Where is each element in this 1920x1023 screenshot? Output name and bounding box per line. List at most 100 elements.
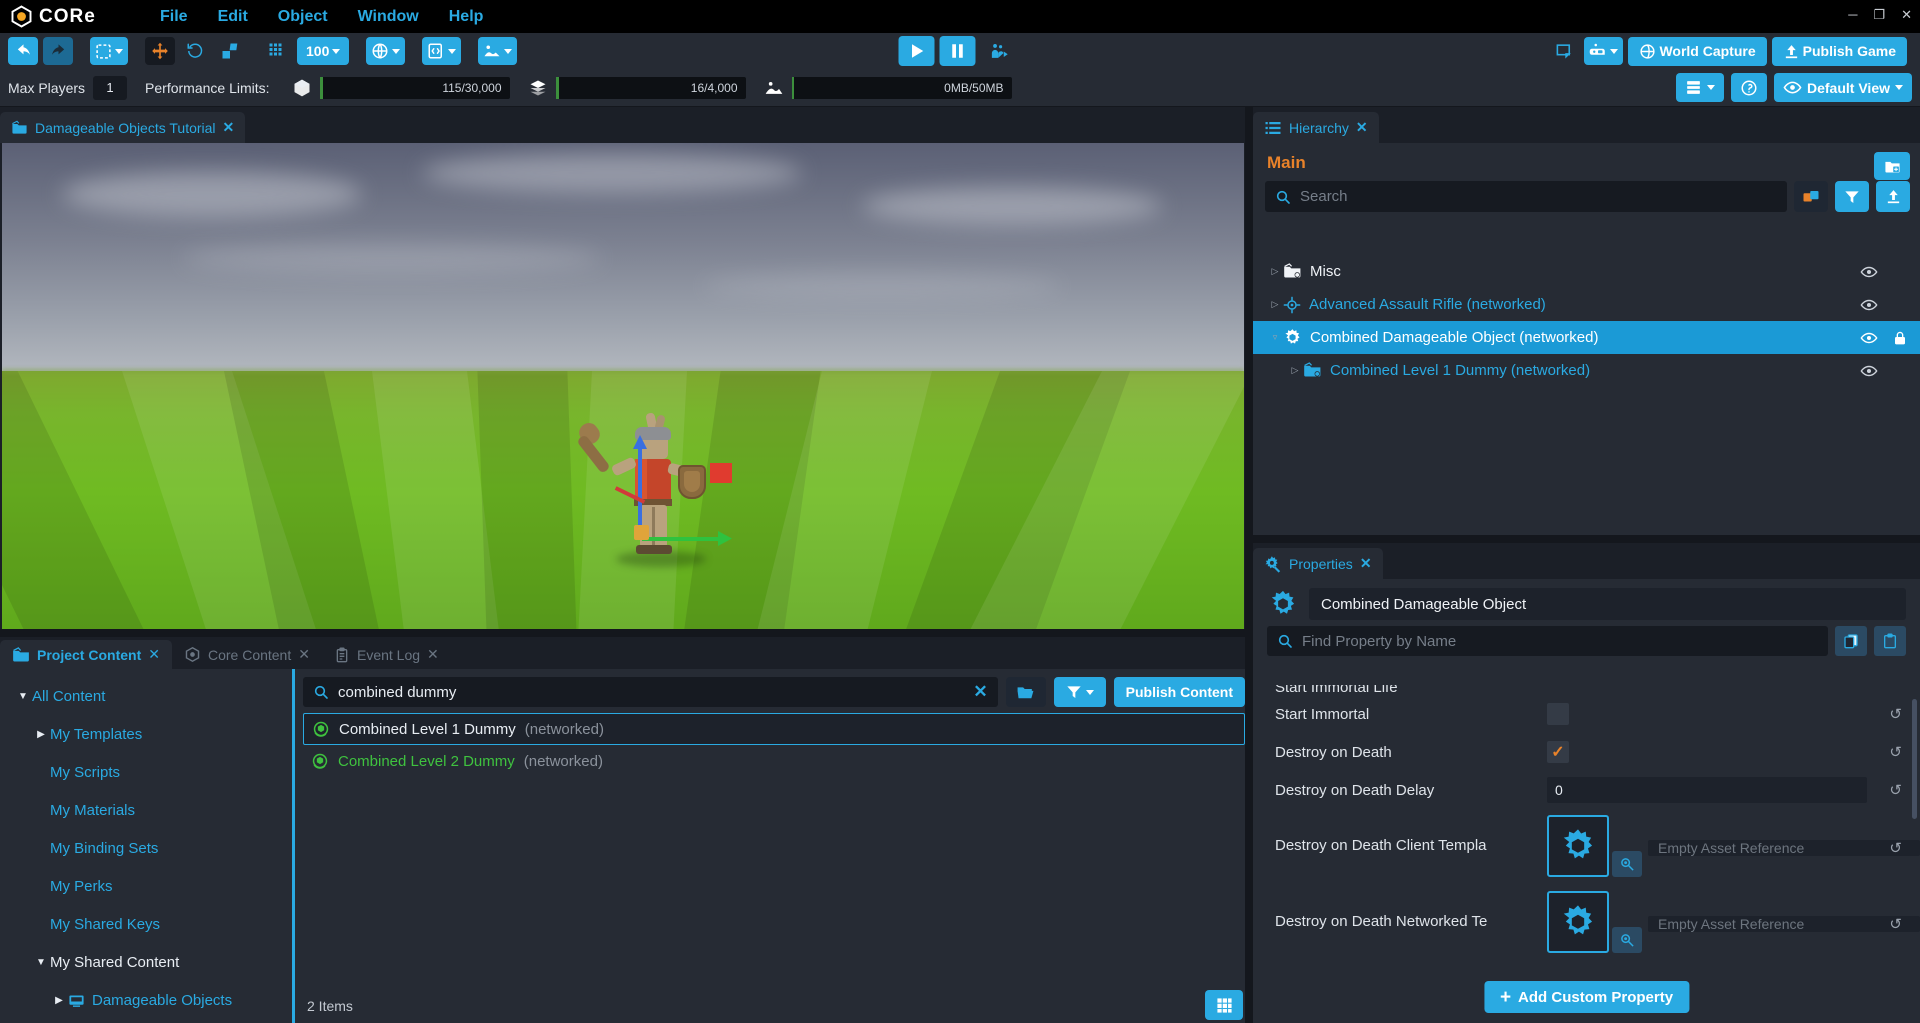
publish-game-button[interactable]: Publish Game xyxy=(1772,37,1907,66)
reset-property-icon[interactable]: ↺ xyxy=(1889,915,1902,933)
chevron-down-icon[interactable]: ▼ xyxy=(32,957,50,968)
open-folder-button[interactable] xyxy=(1006,677,1046,707)
clear-search-icon[interactable]: ✕ xyxy=(973,682,987,702)
menu-window[interactable]: Window xyxy=(358,8,419,26)
filter-button[interactable] xyxy=(1054,677,1106,707)
script-caret-icon[interactable] xyxy=(448,49,456,54)
viewport-tab-close-icon[interactable]: ✕ xyxy=(223,119,235,136)
chevron-right-icon[interactable]: ▶ xyxy=(50,995,68,1006)
client-template-asset-thumbnail[interactable] xyxy=(1547,815,1609,877)
tab-project-content-close-icon[interactable]: ✕ xyxy=(148,646,160,663)
panel-divider-horizontal-left[interactable] xyxy=(0,629,1245,637)
list-item[interactable]: Combined Level 2 Dummy (networked) xyxy=(303,745,1245,777)
terrain-caret-icon[interactable] xyxy=(504,49,512,54)
hierarchy-row-advanced-assault-rifle[interactable]: ▷ Advanced Assault Rifle (networked) xyxy=(1253,288,1920,321)
panel-divider-horizontal-right[interactable] xyxy=(1253,535,1920,543)
close-icon[interactable]: ✕ xyxy=(1901,8,1912,21)
move-tool-button[interactable] xyxy=(145,37,175,65)
chevron-right-icon[interactable]: ▶ xyxy=(32,729,50,740)
hierarchy-tab-close-icon[interactable]: ✕ xyxy=(1356,119,1368,136)
select-tool-caret-icon[interactable] xyxy=(115,49,123,54)
play-button[interactable] xyxy=(899,36,935,66)
copy-properties-button[interactable] xyxy=(1835,626,1867,656)
hierarchy-upload-button[interactable] xyxy=(1876,181,1910,212)
networked-template-asset-value[interactable]: Empty Asset Reference xyxy=(1648,916,1920,932)
minimize-icon[interactable]: ─ xyxy=(1848,8,1857,21)
object-name-input[interactable]: Combined Damageable Object xyxy=(1309,588,1906,620)
max-players-input[interactable]: 1 xyxy=(93,76,127,100)
properties-tab[interactable]: Properties ✕ xyxy=(1253,548,1383,579)
tab-project-content[interactable]: Project Content ✕ xyxy=(0,640,172,669)
world-space-caret-icon[interactable] xyxy=(392,49,400,54)
add-custom-property-button[interactable]: + Add Custom Property xyxy=(1484,981,1689,1013)
menu-edit[interactable]: Edit xyxy=(218,8,248,26)
chevron-right-icon[interactable]: ▷ xyxy=(1267,299,1283,310)
grid-view-button[interactable] xyxy=(1205,990,1243,1020)
client-template-asset-picker-button[interactable] xyxy=(1612,851,1642,877)
world-capture-button[interactable]: World Capture xyxy=(1628,37,1766,66)
scale-tool-button[interactable] xyxy=(215,37,245,65)
hierarchy-group-button[interactable] xyxy=(1794,181,1828,212)
grid-snap-button[interactable] xyxy=(262,37,292,65)
panel-divider-vertical[interactable] xyxy=(1245,107,1253,1023)
hierarchy-search-input[interactable]: Search xyxy=(1265,181,1787,212)
snap-caret-icon[interactable] xyxy=(332,49,340,54)
publish-content-button[interactable]: Publish Content xyxy=(1114,677,1245,707)
hierarchy-row-combined-damageable-object[interactable]: ▿ Combined Damageable Object (networked) xyxy=(1253,321,1920,354)
undo-button[interactable] xyxy=(8,37,38,65)
visibility-toggle-icon[interactable] xyxy=(1860,296,1878,314)
hierarchy-row-combined-level-1-dummy[interactable]: ▷ Combined Level 1 Dummy (networked) xyxy=(1253,354,1920,387)
properties-scrollbar[interactable] xyxy=(1912,699,1917,819)
terrain-button[interactable] xyxy=(478,37,517,65)
lock-toggle-icon[interactable] xyxy=(1892,330,1908,346)
reset-property-icon[interactable]: ↺ xyxy=(1889,839,1902,857)
default-view-button[interactable]: Default View xyxy=(1774,73,1912,102)
visibility-toggle-icon[interactable] xyxy=(1860,263,1878,281)
find-property-input[interactable]: Find Property by Name xyxy=(1267,626,1828,656)
reset-property-icon[interactable]: ↺ xyxy=(1889,705,1902,723)
tab-event-log-close-icon[interactable]: ✕ xyxy=(427,646,439,663)
multiplayer-preview-button[interactable] xyxy=(981,36,1017,66)
maximize-icon[interactable]: ❐ xyxy=(1873,8,1885,21)
visibility-toggle-icon[interactable] xyxy=(1860,362,1878,380)
game-settings-caret-icon[interactable] xyxy=(1610,49,1618,54)
paste-properties-button[interactable] xyxy=(1874,626,1906,656)
tree-item-damageable-objects[interactable]: ▶ Damageable Objects xyxy=(0,981,292,1019)
chevron-down-icon[interactable]: ▼ xyxy=(14,691,32,702)
tree-item-my-shared-content[interactable]: ▼ My Shared Content xyxy=(0,943,292,981)
character-model[interactable] xyxy=(594,421,724,581)
start-immortal-checkbox[interactable] xyxy=(1547,703,1569,725)
reset-property-icon[interactable]: ↺ xyxy=(1889,743,1902,761)
properties-tab-close-icon[interactable]: ✕ xyxy=(1360,555,1372,572)
scene-viewport[interactable] xyxy=(2,143,1244,635)
chevron-down-icon[interactable]: ▿ xyxy=(1267,332,1283,343)
visibility-toggle-icon[interactable] xyxy=(1860,329,1878,347)
select-tool-button[interactable] xyxy=(90,37,128,65)
destroy-on-death-delay-input[interactable]: 0 xyxy=(1547,777,1867,803)
viewport-tab[interactable]: Damageable Objects Tutorial ✕ xyxy=(0,112,245,143)
gizmo-x-axis[interactable] xyxy=(642,537,722,541)
help-button[interactable] xyxy=(1731,73,1767,102)
tree-item-my-scripts[interactable]: My Scripts xyxy=(0,753,292,791)
hierarchy-tab[interactable]: Hierarchy ✕ xyxy=(1253,112,1379,143)
networked-template-asset-picker-button[interactable] xyxy=(1612,927,1642,953)
gizmo-center-handle[interactable] xyxy=(634,525,649,540)
tree-item-my-templates[interactable]: ▶ My Templates xyxy=(0,715,292,753)
tree-item-my-binding-sets[interactable]: My Binding Sets xyxy=(0,829,292,867)
gizmo-y-axis[interactable] xyxy=(638,443,642,529)
filter-caret-icon[interactable] xyxy=(1086,690,1094,695)
script-button[interactable] xyxy=(422,37,461,65)
layout-button[interactable] xyxy=(1676,73,1724,102)
pause-button[interactable] xyxy=(940,36,976,66)
networked-template-asset-thumbnail[interactable] xyxy=(1547,891,1609,953)
tab-event-log[interactable]: Event Log ✕ xyxy=(322,640,451,669)
menu-help[interactable]: Help xyxy=(449,8,484,26)
world-space-button[interactable] xyxy=(366,37,405,65)
chevron-right-icon[interactable]: ▷ xyxy=(1287,365,1303,376)
menu-object[interactable]: Object xyxy=(278,8,328,26)
layout-caret-icon[interactable] xyxy=(1707,85,1715,90)
snap-value-button[interactable]: 100 xyxy=(297,37,349,65)
destroy-on-death-checkbox[interactable]: ✓ xyxy=(1547,741,1569,763)
tree-item-my-shared-keys[interactable]: My Shared Keys xyxy=(0,905,292,943)
red-marker-object[interactable] xyxy=(710,463,732,483)
